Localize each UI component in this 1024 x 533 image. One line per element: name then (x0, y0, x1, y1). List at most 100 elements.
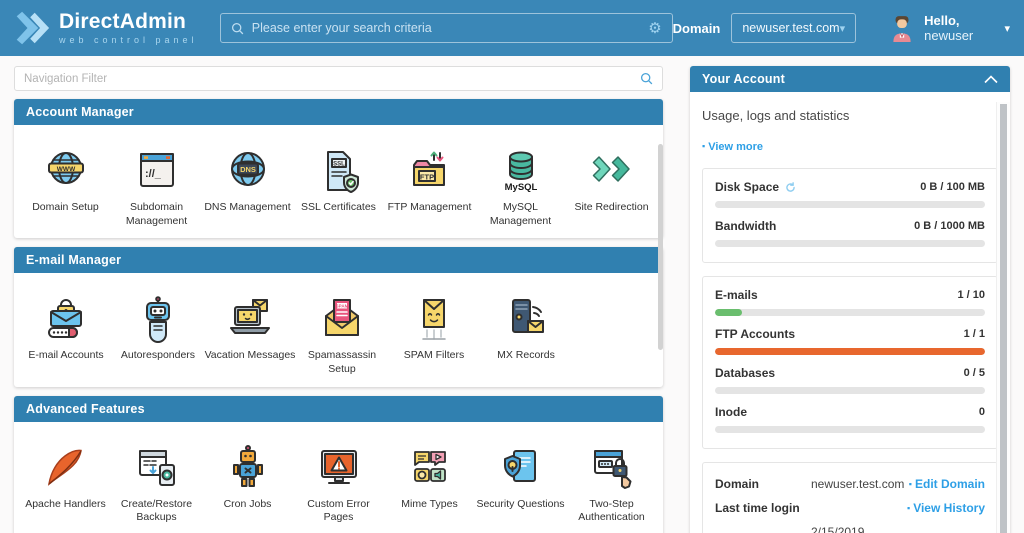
tile-spam-filters[interactable]: SPAM Filters (388, 295, 480, 363)
tile-label: Spamassassin Setup (307, 349, 377, 375)
section-header-advanced-features[interactable]: Advanced Features (14, 395, 663, 422)
user-avatar (889, 14, 915, 42)
svg-text:FTP: FTP (419, 172, 433, 181)
usage-label: Databases (715, 366, 776, 380)
tile-cron-jobs[interactable]: Cron Jobs (202, 444, 293, 512)
info-label: Domain (715, 477, 760, 491)
two-step-lock-icon (588, 444, 636, 492)
tile-label: Create/Restore Backups (120, 497, 193, 524)
tile-label: SPAM Filters (403, 349, 465, 362)
globe-dns-icon: DNS (224, 147, 272, 195)
user-menu[interactable]: Hello, newuser ▾ (889, 13, 1010, 43)
tile-site-redirection[interactable]: Site Redirection (566, 147, 657, 215)
tile-dns-management[interactable]: DNS DNS Management (202, 147, 293, 215)
domain-select[interactable]: newuser.test.com ▾ (731, 13, 857, 43)
usage-label: E-mails (715, 288, 758, 302)
tile-autoresponders[interactable]: Autoresponders (112, 295, 204, 363)
section-body: Apache Handlers Create/Restore Backups Cro… (14, 422, 663, 533)
mime-tiles-icon (406, 444, 454, 492)
domain-label: Domain (672, 20, 721, 36)
svg-text:SPAM: SPAM (336, 304, 349, 309)
tile-two-step-authentication[interactable]: Two-Step Authentication (566, 444, 657, 525)
tile-label: MySQL Management (489, 201, 552, 227)
bullet-icon: ▪ (702, 141, 706, 151)
navigation-filter-input[interactable] (24, 72, 640, 85)
tile-label: FTP Management (387, 201, 472, 213)
section-header-e-mail-manager[interactable]: E-mail Manager (14, 247, 663, 274)
chevron-up-icon (984, 74, 998, 84)
usage-value: 1 / 10 (957, 289, 985, 301)
monitor-warning-icon (315, 444, 363, 492)
tile-vacation-messages[interactable]: Vacation Messages (204, 295, 296, 363)
usage-value: 0 (978, 406, 985, 418)
tile-subdomain-management[interactable]: ://_ Subdomain Management (111, 147, 202, 228)
greeting-hello: Hello, (924, 13, 960, 28)
globe-www-icon: WWW (42, 147, 90, 195)
account-sidebar: Your Account Usage, logs and statistics … (690, 66, 1010, 533)
refresh-icon[interactable] (785, 181, 796, 193)
usage-value: 0 B / 100 MB (920, 181, 985, 193)
tile-mx-records[interactable]: MX Records (480, 295, 572, 363)
ssl-shield-icon: SSL (315, 147, 363, 195)
tile-label: Custom Error Pages (307, 497, 370, 524)
progress-bar (715, 309, 985, 316)
tile-mime-types[interactable]: Mime Types (384, 444, 475, 512)
usage-row-e-mails: E-mails 1 / 10 (715, 288, 985, 316)
usage-row-bandwidth: Bandwidth 0 B / 1000 MB (715, 219, 985, 247)
search-input[interactable] (251, 21, 641, 35)
usage-value: 1 / 1 (963, 328, 985, 340)
svg-text:MySQL: MySQL (504, 182, 537, 193)
tile-label: Site Redirection (574, 201, 649, 213)
usage-primary-box: Disk Space 0 B / 100 MB Bandwidth 0 B / 100… (702, 168, 998, 263)
tile-ftp-management[interactable]: FTP FTP Management (384, 147, 475, 215)
section-account-manager: Account Manager WWW Domain Setup ://_ Subdom… (14, 99, 663, 239)
your-account-header[interactable]: Your Account (690, 66, 1010, 92)
usage-row-inode: Inode 0 (715, 405, 985, 433)
browser-code-icon: ://_ (133, 147, 181, 195)
tile-label: Two-Step Authentication (578, 497, 645, 524)
tile-domain-setup[interactable]: WWW Domain Setup (20, 147, 111, 215)
section-e-mail-manager: E-mail Manager E-mail Accounts Autorespond… (14, 247, 663, 387)
usage-label: Disk Space (715, 180, 780, 194)
section-body: E-mail Accounts Autoresponders Vacation Me… (14, 273, 663, 386)
page-scrollbar-thumb[interactable] (1000, 104, 1007, 533)
bullet-icon: ▪ (906, 503, 911, 513)
greeting-username: newuser (924, 28, 974, 43)
usage-row-databases: Databases 0 / 5 (715, 366, 985, 394)
tile-label: E-mail Accounts (28, 349, 104, 362)
section-body: WWW Domain Setup ://_ Subdomain Management D… (14, 125, 663, 238)
progress-bar (715, 201, 985, 208)
main-content: Account Manager WWW Domain Setup ://_ Subdom… (14, 66, 663, 533)
tile-label: Autoresponders (120, 349, 196, 362)
section-header-account-manager[interactable]: Account Manager (14, 99, 663, 125)
tile-overflow[interactable] (112, 529, 204, 533)
directadmin-logo[interactable]: DirectAdmin web control panel (14, 11, 202, 45)
spam-envelope-icon (410, 295, 458, 343)
view-more-link[interactable]: ▪ View more (702, 141, 763, 153)
link-edit-domain[interactable]: ▪ Edit Domain (909, 477, 985, 491)
search-settings-gear-icon[interactable]: ⚙ (648, 21, 661, 36)
info-value: newuser.test.com (811, 477, 905, 491)
main-scrollbar-thumb[interactable] (658, 144, 663, 350)
your-account-title: Your Account (702, 72, 785, 86)
usage-value: 0 B / 1000 MB (914, 220, 985, 232)
bullet-icon: ▪ (908, 479, 912, 489)
ftp-folder-icon: FTP (406, 147, 454, 195)
tile-label: Subdomain Management (125, 201, 188, 227)
mysql-database-icon: MySQL (497, 147, 545, 195)
link-view-history[interactable]: ▪ View History (907, 501, 985, 515)
user-menu-chevron-icon: ▾ (1004, 22, 1010, 35)
tile-e-mail-accounts[interactable]: E-mail Accounts (20, 295, 112, 363)
tile-label: Apache Handlers (25, 497, 106, 510)
tile-custom-error-pages[interactable]: Custom Error Pages (293, 444, 384, 525)
tile-spamassassin-setup[interactable]: SPAM Spamassassin Setup (296, 295, 388, 376)
tile-apache-handlers[interactable]: Apache Handlers (20, 444, 111, 512)
tile-ssl-certificates[interactable]: SSL SSL Certificates (293, 147, 384, 215)
info-row-active-since: Active Since2/15/2019, 10:11:08▪Profile … (715, 525, 985, 533)
tile-create-restore-backups[interactable]: Create/Restore Backups (111, 444, 202, 525)
progress-bar (715, 240, 985, 247)
info-value: 2/15/2019, 10:11:08 (811, 525, 868, 533)
tile-mysql-management[interactable]: MySQL MySQL Management (475, 147, 566, 228)
tile-security-questions[interactable]: Security Questions (475, 444, 566, 512)
navigation-filter (14, 66, 663, 91)
